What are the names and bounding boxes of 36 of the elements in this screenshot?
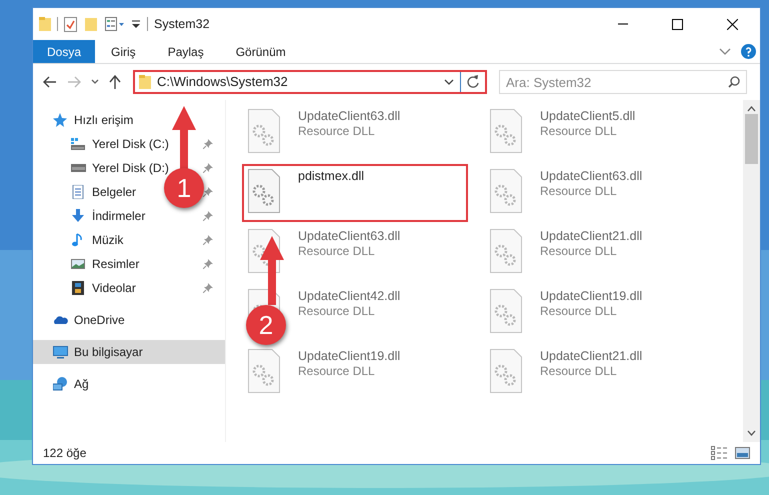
nav-item[interactable]: Bu bilgisayar — [33, 340, 225, 364]
nav-item[interactable]: Ağ — [33, 372, 225, 396]
nav-item[interactable]: Hızlı erişim — [33, 108, 225, 132]
file-tile[interactable]: pdistmex.dll — [242, 164, 468, 222]
item-count: 122 öğe — [43, 445, 86, 462]
nav-item[interactable]: Yerel Disk (C:) — [33, 132, 225, 156]
file-name: UpdateClient63.dll — [298, 229, 400, 244]
ribbon-tab[interactable]: Görünüm — [220, 40, 302, 63]
nav-item[interactable]: Müzik — [33, 228, 225, 252]
file-type: Resource DLL — [540, 304, 618, 319]
file-name: UpdateClient63.dll — [298, 109, 400, 124]
file-name: UpdateClient21.dll — [540, 349, 642, 364]
file-name: UpdateClient63.dll — [540, 169, 642, 184]
file-type: Resource DLL — [298, 244, 376, 259]
file-name: UpdateClient21.dll — [540, 229, 642, 244]
nav-item[interactable]: Resimler — [33, 252, 225, 276]
ribbon-tab[interactable]: Paylaş — [152, 40, 220, 63]
file-name: pdistmex.dll — [298, 169, 364, 184]
file-type: Resource DLL — [298, 364, 376, 379]
file-name: UpdateClient5.dll — [540, 109, 636, 124]
file-type: Resource DLL — [298, 124, 376, 139]
file-name: UpdateClient19.dll — [540, 289, 642, 304]
file-name: UpdateClient42.dll — [298, 289, 400, 304]
search-field[interactable]: Ara: System32 — [499, 70, 747, 94]
file-name: UpdateClient19.dll — [298, 349, 400, 364]
file-type: Resource DLL — [540, 364, 618, 379]
file-type: Resource DLL — [298, 304, 376, 319]
window-title: System32 — [154, 16, 210, 33]
file-type: Resource DLL — [540, 184, 618, 199]
ribbon-tab[interactable]: Dosya — [33, 40, 96, 63]
address-field[interactable]: C:\Windows\System32 — [133, 70, 487, 94]
nav-item[interactable]: OneDrive — [33, 308, 225, 332]
nav-item[interactable]: Videolar — [33, 276, 225, 300]
ribbon-tab[interactable]: Giriş — [95, 40, 152, 63]
file-type: Resource DLL — [540, 244, 618, 259]
file-type: Resource DLL — [540, 124, 618, 139]
